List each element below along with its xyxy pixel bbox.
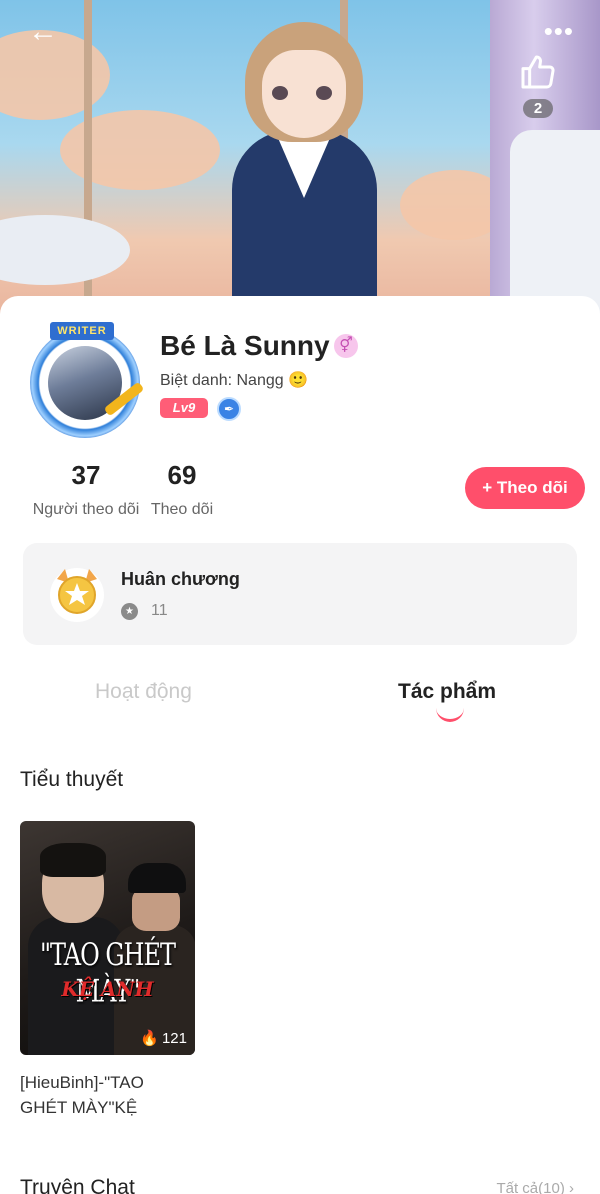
medals-count: 11: [151, 602, 168, 619]
cover-title-line2: KỆ ANH: [61, 977, 154, 1001]
profile-name: Bé Là Sunny: [160, 330, 330, 361]
novel-views: 🔥 121: [140, 1029, 187, 1047]
cover-person-face: [132, 887, 180, 931]
character-eye: [316, 86, 332, 100]
cover-person-hair: [40, 843, 106, 877]
profile-cover-image: [0, 0, 600, 320]
medal-icon: [49, 565, 105, 623]
back-button[interactable]: ←: [28, 16, 60, 48]
bed: [510, 130, 600, 320]
follow-button[interactable]: + Theo dõi: [465, 467, 585, 509]
medals-panel[interactable]: Huân chương ★ 11: [23, 543, 577, 645]
cover-cap: [128, 863, 186, 893]
tab-works[interactable]: Tác phẩm: [398, 680, 496, 704]
novel-view-count: 121: [161, 1030, 187, 1047]
novel-cover[interactable]: "TAO GHÉT MÀY" KỆ ANH 🔥 121: [20, 821, 195, 1055]
profile-nickname: Biệt danh: Nangg 🙂: [160, 372, 309, 389]
star-icon: ★: [121, 603, 138, 620]
like-count: 2: [523, 99, 553, 118]
character-eye: [272, 86, 288, 100]
tab-activity[interactable]: Hoạt động: [95, 680, 192, 704]
writer-pen-icon: ✒: [217, 397, 241, 421]
table: [0, 215, 130, 285]
medals-title: Huân chương: [121, 569, 240, 589]
followers-label: Người theo dõi: [32, 501, 140, 518]
chat-stories-section-title: Truyện Chat: [20, 1176, 135, 1194]
level-badge: Lv9: [160, 398, 208, 418]
following-count: 69: [167, 460, 197, 490]
ellipsis-icon: •••: [543, 16, 574, 46]
novel-title[interactable]: [HieuBinh]-"TAO GHÉT MÀY"KỆ: [20, 1070, 195, 1120]
fire-icon: 🔥: [140, 1030, 159, 1047]
see-all-link[interactable]: Tất cả(10) ›: [496, 1180, 574, 1194]
followers-count: 37: [71, 460, 101, 490]
following-label: Theo dõi: [150, 501, 214, 518]
arrow-left-icon: ←: [28, 15, 58, 48]
like-button[interactable]: 2: [516, 52, 560, 118]
novels-section-title: Tiểu thuyết: [20, 768, 124, 791]
followers-stat[interactable]: 37 Người theo dõi: [28, 460, 144, 519]
writer-badge: WRITER: [50, 322, 114, 340]
gender-icon: ⚥: [334, 334, 358, 358]
following-stat[interactable]: 69 Theo dõi: [146, 460, 218, 519]
avatar[interactable]: WRITER: [16, 322, 148, 438]
more-options-button[interactable]: •••: [544, 18, 574, 44]
thumbs-up-icon: [516, 52, 560, 97]
